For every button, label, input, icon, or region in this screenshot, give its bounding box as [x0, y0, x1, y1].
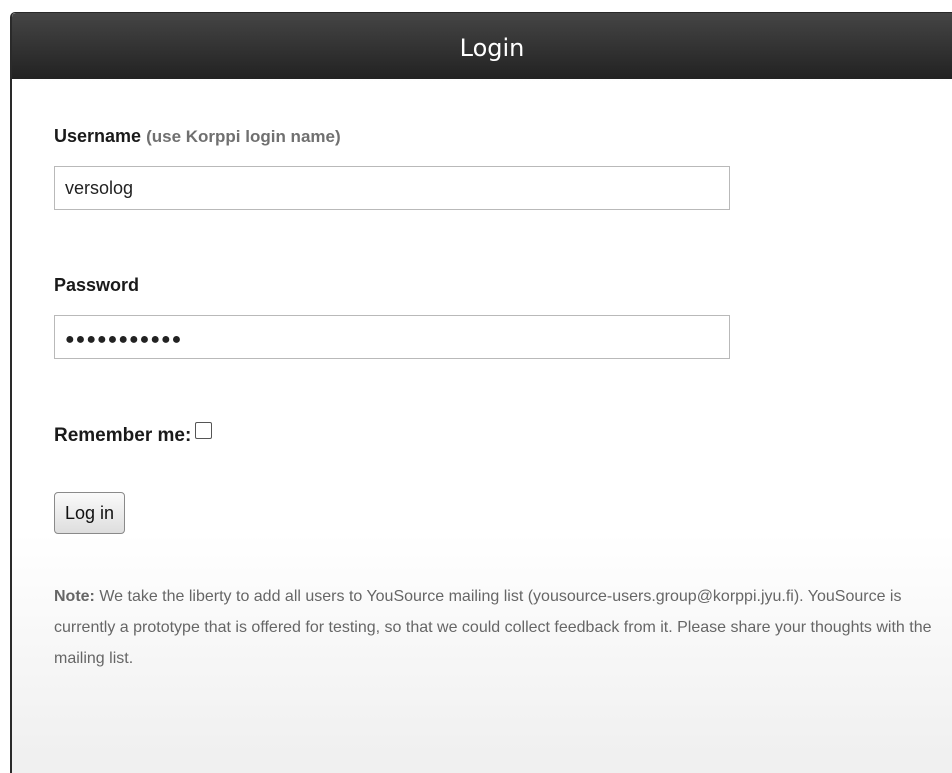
login-button[interactable]: Log in — [54, 492, 126, 534]
login-titlebar: Login — [12, 13, 952, 79]
password-label: Password — [54, 275, 140, 295]
username-label: Username (use Korppi login name) — [54, 126, 341, 147]
remember-me-checkbox[interactable] — [195, 422, 213, 439]
note-paragraph: Note: We take the liberty to add all use… — [54, 581, 934, 674]
username-label-text: Username — [54, 126, 142, 146]
username-hint: (use Korppi login name) — [146, 127, 341, 146]
note-text: We take the liberty to add all users to … — [54, 588, 932, 667]
note-label: Note: — [54, 588, 95, 605]
password-input[interactable]: ●●●●●●●●●●● — [54, 315, 730, 359]
login-panel: Login Username (use Korppi login name) P… — [10, 12, 952, 773]
dialog-title: Login — [459, 34, 525, 62]
remember-me-label: Remember me: — [54, 425, 192, 446]
username-input[interactable] — [54, 166, 730, 210]
remember-me-row: Remember me: — [54, 422, 213, 447]
